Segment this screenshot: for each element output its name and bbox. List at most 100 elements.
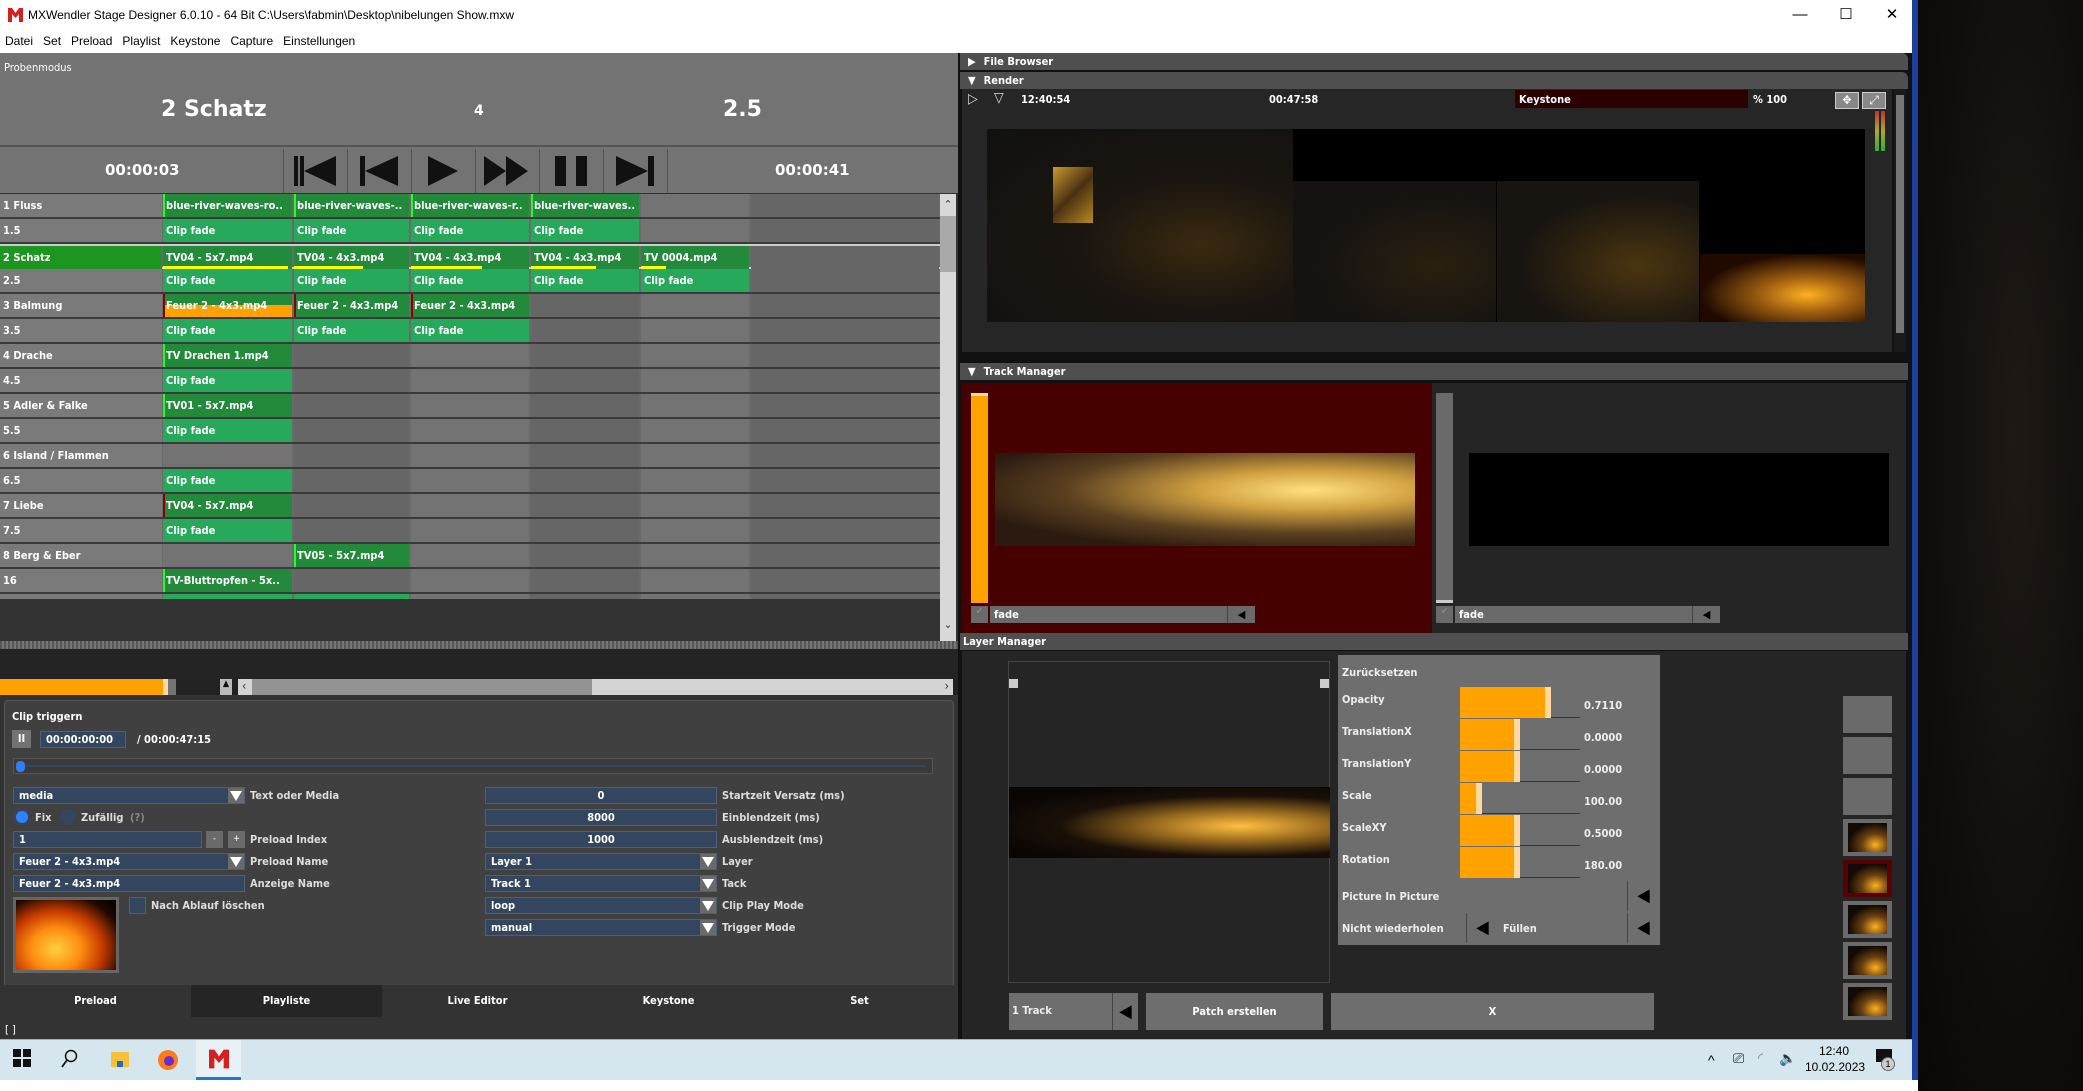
- chevron-down-icon[interactable]: [700, 898, 716, 913]
- empty-cell[interactable]: [641, 519, 749, 542]
- param-slider-knob[interactable]: [1545, 687, 1551, 718]
- clip-position-slider[interactable]: [13, 758, 933, 774]
- playlist-row[interactable]: [0, 594, 940, 599]
- playlist-row[interactable]: 16 TV-Bluttropfen - 5x..: [0, 569, 940, 594]
- empty-cell[interactable]: [751, 569, 939, 592]
- move-icon[interactable]: ✥: [1835, 92, 1859, 109]
- fade-cell[interactable]: Clip fade: [163, 219, 292, 242]
- taskbar-mxwendler[interactable]: [196, 1040, 241, 1080]
- scroll-right-icon[interactable]: ›: [945, 679, 949, 693]
- volume-icon[interactable]: 🔈: [1779, 1050, 1796, 1067]
- cue-label[interactable]: 8 Berg & Eber: [0, 544, 162, 567]
- previous-button[interactable]: [347, 149, 409, 193]
- empty-cell[interactable]: [294, 444, 409, 467]
- param-slider[interactable]: [1460, 719, 1580, 750]
- playlist-row[interactable]: 2 Schatz TV04 - 5x7.mp4 TV04 - 4x3.mp4 TV04…: [0, 244, 940, 269]
- empty-cell[interactable]: [294, 569, 409, 592]
- playlist-row[interactable]: 6 Island / Flammen: [0, 444, 940, 469]
- playlist-row[interactable]: 7.5 Clip fade: [0, 519, 940, 544]
- display-name-field[interactable]: Feuer 2 - 4x3.mp4: [13, 875, 245, 892]
- clip-cell[interactable]: blue-river-waves-..: [294, 194, 409, 217]
- empty-cell[interactable]: [641, 469, 749, 492]
- help-link[interactable]: (?): [130, 811, 145, 824]
- fill-mode[interactable]: Füllen: [1503, 922, 1537, 935]
- cue-label[interactable]: 1 Fluss: [0, 194, 162, 217]
- track-2-transition[interactable]: fade ◀: [1455, 606, 1720, 623]
- param-slider-knob[interactable]: [1476, 783, 1482, 814]
- skip-to-start-button[interactable]: [283, 149, 345, 193]
- fast-forward-button[interactable]: [475, 149, 537, 193]
- empty-cell[interactable]: [641, 344, 749, 367]
- firefox-icon[interactable]: [157, 1049, 179, 1071]
- transition-arrow-icon[interactable]: ◀: [1692, 606, 1720, 623]
- pause-button[interactable]: [539, 149, 601, 193]
- fade-cell[interactable]: Clip fade: [163, 419, 292, 442]
- clip-pause-button[interactable]: II: [12, 730, 31, 748]
- empty-cell[interactable]: [751, 469, 939, 492]
- empty-cell[interactable]: [411, 444, 529, 467]
- grid-vertical-scrollbar[interactable]: ⌃ ⌄: [940, 194, 956, 641]
- empty-cell[interactable]: [531, 469, 639, 492]
- param-slider-knob[interactable]: [1514, 751, 1520, 782]
- empty-cell[interactable]: [411, 469, 529, 492]
- menu-datei[interactable]: Datei: [0, 30, 38, 48]
- cue-label[interactable]: 7 Liebe: [0, 494, 162, 517]
- playlist-row[interactable]: 6.5 Clip fade: [0, 469, 940, 494]
- track-manager-header[interactable]: ▼ Track Manager: [960, 363, 1908, 380]
- cue-label[interactable]: 6 Island / Flammen: [0, 444, 162, 467]
- fade-cell[interactable]: Clip fade: [641, 269, 749, 292]
- track-1[interactable]: ✔ fade ◀: [962, 383, 1432, 633]
- empty-cell[interactable]: [641, 569, 749, 592]
- cue-label[interactable]: 16: [0, 569, 162, 592]
- clip-cell[interactable]: Feuer 2 - 4x3.mp4: [163, 294, 292, 317]
- empty-cell[interactable]: [411, 394, 529, 417]
- empty-cell[interactable]: [751, 294, 939, 317]
- param-slider-knob[interactable]: [1514, 815, 1520, 846]
- empty-cell[interactable]: [641, 294, 749, 317]
- empty-cell[interactable]: [641, 219, 749, 242]
- fade-out-field[interactable]: 1000: [485, 831, 717, 848]
- fade-cell[interactable]: Clip fade: [163, 369, 292, 392]
- fade-cell[interactable]: [163, 594, 292, 599]
- layer-thumbnail[interactable]: [1843, 901, 1892, 938]
- menu-einstellungen[interactable]: Einstellungen: [278, 30, 360, 48]
- fade-cell[interactable]: Clip fade: [163, 319, 292, 342]
- empty-cell[interactable]: [411, 544, 529, 567]
- scroll-thumb[interactable]: [940, 216, 956, 272]
- empty-cell[interactable]: [531, 444, 639, 467]
- param-slider[interactable]: [1460, 847, 1580, 878]
- clip-cell[interactable]: TV04 - 4x3.mp4: [294, 246, 409, 269]
- decrement-button[interactable]: -: [206, 831, 223, 848]
- playlist-row[interactable]: 1 Fluss blue-river-waves-ro.. blue-river-w…: [0, 194, 940, 219]
- trigger-mode-select[interactable]: manual: [485, 919, 717, 936]
- cue-label[interactable]: 1.5: [0, 219, 162, 242]
- clock-time[interactable]: 12:40: [1819, 1044, 1849, 1058]
- empty-cell[interactable]: [641, 369, 749, 392]
- param-slider[interactable]: [1460, 783, 1580, 814]
- cue-label[interactable]: 6.5: [0, 469, 162, 492]
- layer-thumbnail[interactable]: [1843, 819, 1892, 856]
- empty-cell[interactable]: [531, 594, 639, 599]
- cue-label[interactable]: 7.5: [0, 519, 162, 542]
- track-1-level[interactable]: [971, 393, 988, 603]
- skip-to-end-button[interactable]: [603, 149, 665, 193]
- empty-cell[interactable]: [751, 246, 939, 269]
- playlist-row[interactable]: 4.5 Clip fade: [0, 369, 940, 394]
- pip-arrow-icon[interactable]: ◀: [1627, 881, 1659, 911]
- empty-cell[interactable]: [294, 469, 409, 492]
- playlist-row[interactable]: 7 Liebe TV04 - 5x7.mp4: [0, 494, 940, 519]
- param-slider[interactable]: [1460, 815, 1580, 846]
- file-browser-header[interactable]: ▶ File Browser: [960, 53, 1908, 70]
- empty-cell[interactable]: [751, 344, 939, 367]
- track-2-checkbox[interactable]: ✔: [1436, 606, 1453, 623]
- preload-name-select[interactable]: Feuer 2 - 4x3.mp4: [13, 853, 245, 870]
- media-type-select[interactable]: media: [13, 787, 245, 804]
- delete-after-checkbox[interactable]: [129, 897, 146, 914]
- waveform-toggle-icon[interactable]: ▲: [220, 679, 232, 695]
- empty-cell[interactable]: [751, 594, 939, 599]
- clip-cell[interactable]: TV-Bluttropfen - 5x..: [163, 569, 292, 592]
- increment-button[interactable]: +: [228, 831, 245, 848]
- clip-cell[interactable]: Feuer 2 - 4x3.mp4: [411, 294, 529, 317]
- clock-date[interactable]: 10.02.2023: [1805, 1060, 1865, 1074]
- empty-cell[interactable]: [751, 319, 939, 342]
